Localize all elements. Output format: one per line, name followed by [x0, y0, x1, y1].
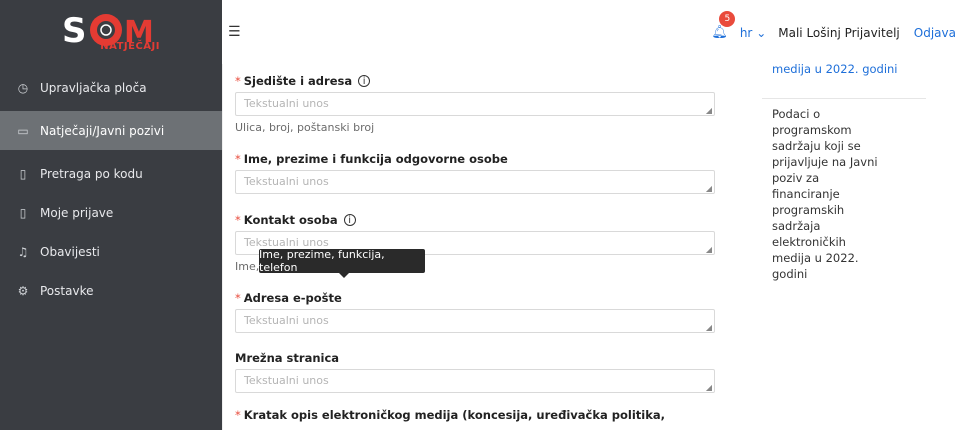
notification-count-badge: 5: [719, 11, 736, 27]
field-label-text: Mrežna stranica: [235, 351, 340, 365]
sidebar: S M NATJEČAJI ◷ Upravljačka ploča ▭ Natj…: [0, 0, 222, 430]
field-label: * Kontakt osoba i: [235, 213, 715, 227]
input-placeholder: Tekstualni unos: [244, 374, 329, 387]
divider: [762, 98, 926, 99]
sidebar-item-label: Obavijesti: [40, 244, 100, 259]
required-marker: *: [235, 74, 241, 88]
language-selector[interactable]: hr ⌄: [740, 26, 766, 40]
sidebar-item-pretraga[interactable]: ▯ Pretraga po kodu: [0, 154, 222, 193]
required-marker: *: [235, 213, 241, 227]
field-label: * Ime, prezime i funkcija odgovorne osob…: [235, 152, 715, 166]
field-web: Mrežna stranica Tekstualni unos ◢: [235, 351, 715, 393]
field-sjediste: * Sjedište i adresa i Tekstualni unos ◢ …: [235, 74, 715, 134]
folder-icon: ▭: [17, 123, 29, 138]
resize-handle-icon[interactable]: ◢: [706, 184, 712, 193]
dashboard-icon: ◷: [17, 80, 29, 95]
field-email: * Adresa e-pošte Tekstualni unos ◢: [235, 291, 715, 333]
main-content: * Sjedište i adresa i Tekstualni unos ◢ …: [222, 64, 729, 430]
sidebar-item-postavke[interactable]: ⚙ Postavke: [0, 271, 222, 310]
sidebar-item-label: Postavke: [40, 283, 94, 298]
input-placeholder: Tekstualni unos: [244, 97, 329, 110]
som-logo[interactable]: S M NATJEČAJI: [56, 8, 166, 54]
sidebar-item-prijave[interactable]: ▯ Moje prijave: [0, 193, 222, 232]
notification-bell-icon[interactable]: 🔔︎ 5: [711, 11, 736, 40]
svg-text:S: S: [62, 11, 87, 51]
input-placeholder: Tekstualni unos: [244, 314, 329, 327]
resize-handle-icon[interactable]: ◢: [706, 245, 712, 254]
info-side-panel: medija u 2022. godini Podaci o programsk…: [728, 61, 968, 430]
sidebar-item-label: Natječaji/Javni pozivi: [40, 123, 165, 138]
sidebar-nav: ◷ Upravljačka ploča ▭ Natječaji/Javni po…: [0, 68, 222, 310]
sidebar-item-label: Pretraga po kodu: [40, 166, 143, 181]
web-input[interactable]: Tekstualni unos ◢: [235, 369, 715, 393]
field-opis: * Kratak opis elektroničkog medija (konc…: [235, 408, 715, 422]
required-marker: *: [235, 291, 241, 305]
kontakt-tooltip: Ime, prezime, funkcija, telefon: [259, 248, 425, 278]
resize-handle-icon[interactable]: ◢: [706, 106, 712, 115]
bell-icon: ♫: [17, 244, 29, 259]
field-label-text: Ime, prezime i funkcija odgovorne osobe: [243, 152, 508, 166]
menu-toggle-icon[interactable]: ☰: [228, 24, 241, 40]
required-marker: *: [235, 152, 241, 166]
document-icon: ▯: [19, 166, 27, 181]
logo-area: S M NATJEČAJI: [0, 0, 222, 62]
user-menu[interactable]: Mali Lošinj Prijavitelj: [778, 26, 900, 40]
input-placeholder: Tekstualni unos: [244, 175, 329, 188]
resize-handle-icon[interactable]: ◢: [706, 383, 712, 392]
field-label-text: Sjedište i adresa: [243, 74, 353, 88]
resize-handle-icon[interactable]: ◢: [706, 323, 712, 332]
top-header: ☰ 🔔︎ 5 hr ⌄ Mali Lošinj Prijavitelj Odja…: [222, 0, 968, 64]
logout-link[interactable]: Odjava: [914, 26, 956, 40]
header-actions: 🔔︎ 5 hr ⌄ Mali Lošinj Prijavitelj Odjava: [711, 11, 956, 40]
sjediste-input[interactable]: Tekstualni unos ◢: [235, 92, 715, 116]
field-label-text: Adresa e-pošte: [243, 291, 342, 305]
file-icon: ▯: [19, 205, 27, 220]
side-panel-description: Podaci o programskom sadržaju koji se pr…: [772, 107, 878, 281]
field-label: * Kratak opis elektroničkog medija (konc…: [235, 408, 715, 422]
sidebar-item-label: Upravljačka ploča: [40, 80, 147, 95]
sidebar-item-label: Moje prijave: [40, 205, 114, 220]
language-label: hr: [739, 25, 753, 40]
odgovorna-osoba-input[interactable]: Tekstualni unos ◢: [235, 170, 715, 194]
field-odgovorna-osoba: * Ime, prezime i funkcija odgovorne osob…: [235, 152, 715, 194]
field-label-text: Kratak opis elektroničkog medija (konces…: [243, 408, 665, 422]
field-label-text: Kontakt osoba: [243, 213, 338, 227]
info-icon[interactable]: i: [343, 214, 356, 226]
field-label: * Sjedište i adresa i: [235, 74, 715, 88]
email-input[interactable]: Tekstualni unos ◢: [235, 309, 715, 333]
gear-icon: ⚙: [17, 283, 29, 298]
sidebar-item-dashboard[interactable]: ◷ Upravljačka ploča: [0, 68, 222, 107]
field-hint: Ulica, broj, poštanski broj: [235, 121, 375, 134]
sidebar-item-natjecaji[interactable]: ▭ Natječaji/Javni pozivi: [0, 111, 222, 150]
field-label: Mrežna stranica: [235, 351, 715, 365]
field-label: * Adresa e-pošte: [235, 291, 715, 305]
side-panel-link[interactable]: medija u 2022. godini: [772, 61, 912, 77]
sidebar-item-obavijesti[interactable]: ♫ Obavijesti: [0, 232, 222, 271]
logo-subtitle: NATJEČAJI: [100, 41, 160, 52]
info-icon[interactable]: i: [358, 75, 371, 87]
required-marker: *: [235, 408, 241, 422]
